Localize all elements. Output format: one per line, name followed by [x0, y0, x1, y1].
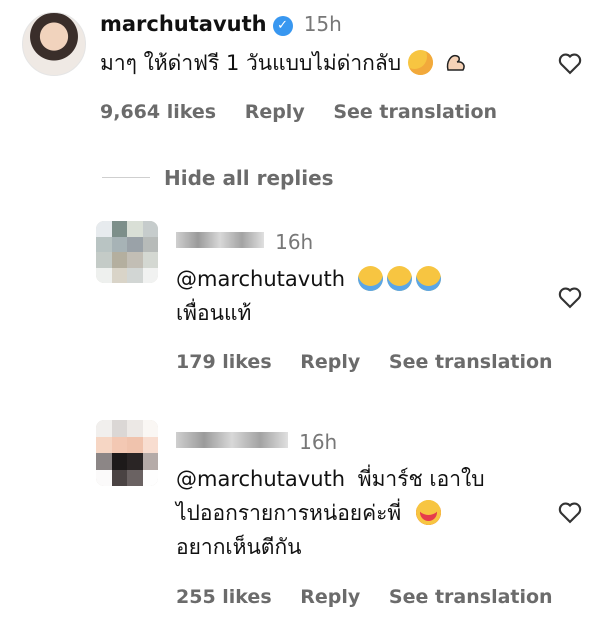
comment-header: marchutavuth ✓ 15h	[100, 12, 342, 36]
mention-link[interactable]: @marchutavuth	[176, 267, 345, 291]
comment-body-line-3: อยากเห็นตีกัน	[176, 535, 302, 559]
comment-header: 16h	[176, 430, 337, 454]
divider-line	[102, 177, 150, 178]
reply-button[interactable]: Reply	[245, 101, 305, 123]
flexed-biceps-icon	[443, 50, 468, 75]
likes-count[interactable]: 255 likes	[176, 586, 272, 608]
comment-body: เพื่อนแท้	[176, 301, 252, 325]
comment-text: @marchutavuth เพื่อนแท้	[176, 262, 445, 330]
comment-body: มาๆ ให้ด่าฟรี 1 วันแบบไม่ด่ากลับ	[100, 51, 402, 75]
username-blurred[interactable]	[176, 232, 264, 248]
see-translation-button[interactable]: See translation	[389, 351, 553, 373]
verified-icon: ✓	[272, 16, 293, 36]
avatar[interactable]	[96, 420, 158, 486]
comment-meta: 179 likes Reply See translation	[176, 351, 575, 373]
likes-count[interactable]: 9,664 likes	[100, 101, 216, 123]
reply-button[interactable]: Reply	[300, 351, 360, 373]
comment-header: 16h	[176, 230, 313, 254]
comment-text: @marchutavuth พี่มาร์ช เอาใบ ไปออกรายการ…	[176, 462, 485, 564]
see-translation-button[interactable]: See translation	[389, 586, 553, 608]
like-heart-icon[interactable]	[556, 283, 584, 311]
avatar[interactable]	[22, 12, 86, 76]
smiling-face-with-heart-eyes-icon	[415, 500, 441, 525]
mention-link[interactable]: @marchutavuth	[176, 467, 345, 491]
comment-meta: 255 likes Reply See translation	[176, 586, 575, 608]
timestamp[interactable]: 15h	[304, 12, 342, 36]
comment-meta: 9,664 likes Reply See translation	[100, 101, 519, 123]
comment-body-line-1: พี่มาร์ช เอาใบ	[357, 467, 485, 491]
face-with-tears-of-joy-icon	[357, 266, 383, 291]
username-blurred[interactable]	[176, 432, 288, 448]
like-heart-icon[interactable]	[556, 49, 584, 77]
like-heart-icon[interactable]	[556, 498, 584, 526]
comment-body-line-2: ไปออกรายการหน่อยค่ะพี่	[176, 501, 402, 525]
timestamp[interactable]: 16h	[299, 430, 337, 454]
likes-count[interactable]: 179 likes	[176, 351, 272, 373]
smiling-face-with-hearts-icon	[407, 50, 433, 75]
face-with-tears-of-joy-icon	[386, 266, 412, 291]
username[interactable]: marchutavuth	[100, 12, 267, 36]
see-translation-button[interactable]: See translation	[333, 101, 497, 123]
comment-text: มาๆ ให้ด่าฟรี 1 วันแบบไม่ด่ากลับ	[100, 46, 468, 80]
timestamp[interactable]: 16h	[275, 230, 313, 254]
reply-button[interactable]: Reply	[300, 586, 360, 608]
hide-all-replies-button[interactable]: Hide all replies	[164, 166, 334, 190]
avatar[interactable]	[96, 221, 158, 283]
face-with-tears-of-joy-icon	[415, 266, 441, 291]
